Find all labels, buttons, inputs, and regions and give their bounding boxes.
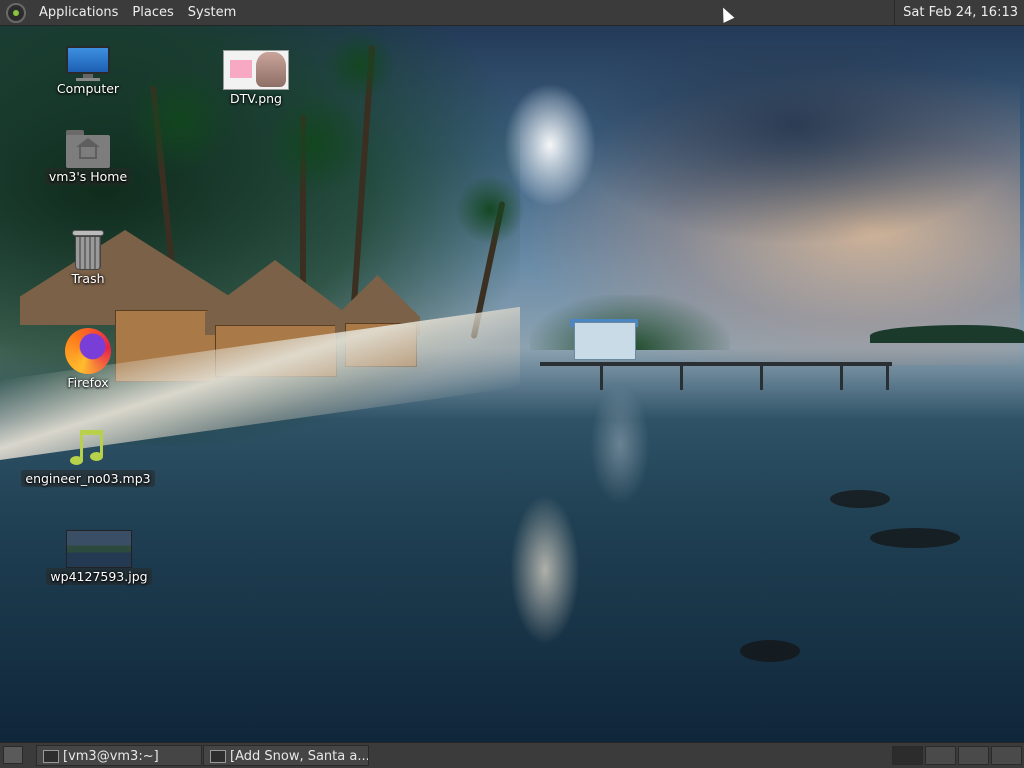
palm-frond: [325, 30, 395, 100]
terminal-icon: [43, 750, 59, 763]
cloud-reflection: [590, 385, 650, 505]
distro-logo-icon[interactable]: [6, 2, 26, 23]
desktop-icon-label: vm3's Home: [44, 168, 132, 185]
desktop-icon-label: wp4127593.jpg: [46, 568, 152, 585]
taskbar-button-terminal[interactable]: [vm3@vm3:~]: [36, 745, 202, 766]
palm-frond: [265, 95, 365, 195]
palm-frond: [455, 175, 525, 245]
pier-post: [840, 366, 843, 390]
workspace-3[interactable]: [958, 746, 989, 765]
desktop-icon-png[interactable]: DTV.png: [218, 50, 294, 107]
clock[interactable]: Sat Feb 24, 16:13: [894, 0, 1018, 25]
pier-post: [886, 366, 889, 390]
storm-cloud: [560, 45, 1024, 245]
home-folder-icon: [66, 130, 110, 168]
bottom-panel: [vm3@vm3:~] [Add Snow, Santa a...: [0, 742, 1024, 768]
desktop-icon-jpg[interactable]: wp4127593.jpg: [44, 530, 154, 585]
desktop-icon-mp3[interactable]: engineer_no03.mp3: [18, 430, 158, 487]
boathouse: [574, 322, 636, 360]
distant-island: [870, 325, 1024, 343]
music-note-icon: [66, 430, 110, 470]
trash-icon: [72, 230, 104, 270]
top-panel: Applications Places System Sat Feb 24, 1…: [0, 0, 1024, 26]
menu-system[interactable]: System: [181, 5, 243, 20]
desktop-icon-label: Computer: [56, 81, 120, 96]
reef-rock: [830, 490, 890, 508]
pier-post: [680, 366, 683, 390]
desktop-icon-home[interactable]: vm3's Home: [44, 130, 132, 185]
reef-rock: [740, 640, 800, 662]
desktop-icon-computer[interactable]: Computer: [50, 46, 126, 97]
desktop-icon-label: Trash: [71, 271, 105, 286]
desktop-icon-label: engineer_no03.mp3: [21, 470, 155, 487]
desktop-icon-firefox[interactable]: Firefox: [50, 328, 126, 391]
image-thumbnail-icon: [66, 530, 132, 568]
reef-rock: [870, 528, 960, 548]
firefox-icon: [65, 328, 111, 374]
desktop-icon-label: Firefox: [67, 375, 109, 390]
workspace-4[interactable]: [991, 746, 1022, 765]
show-desktop-button[interactable]: [3, 746, 23, 764]
desktop-wallpaper: [0, 25, 1024, 743]
taskbar-button-window[interactable]: [Add Snow, Santa a...: [203, 745, 369, 766]
window-icon: [210, 750, 226, 763]
desktop-icon-label: DTV.png: [230, 91, 282, 106]
menu-places[interactable]: Places: [125, 5, 180, 20]
image-thumbnail-icon: [223, 50, 289, 90]
pier-post: [760, 366, 763, 390]
workspace-2[interactable]: [925, 746, 956, 765]
taskbar-button-label: [vm3@vm3:~]: [63, 749, 159, 764]
cloud-reflection: [510, 495, 580, 645]
menu-applications[interactable]: Applications: [32, 5, 125, 20]
taskbar-button-label: [Add Snow, Santa a...: [230, 749, 369, 764]
workspace-1[interactable]: [892, 746, 923, 765]
desktop-icon-trash[interactable]: Trash: [50, 230, 126, 287]
computer-icon: [66, 46, 110, 81]
